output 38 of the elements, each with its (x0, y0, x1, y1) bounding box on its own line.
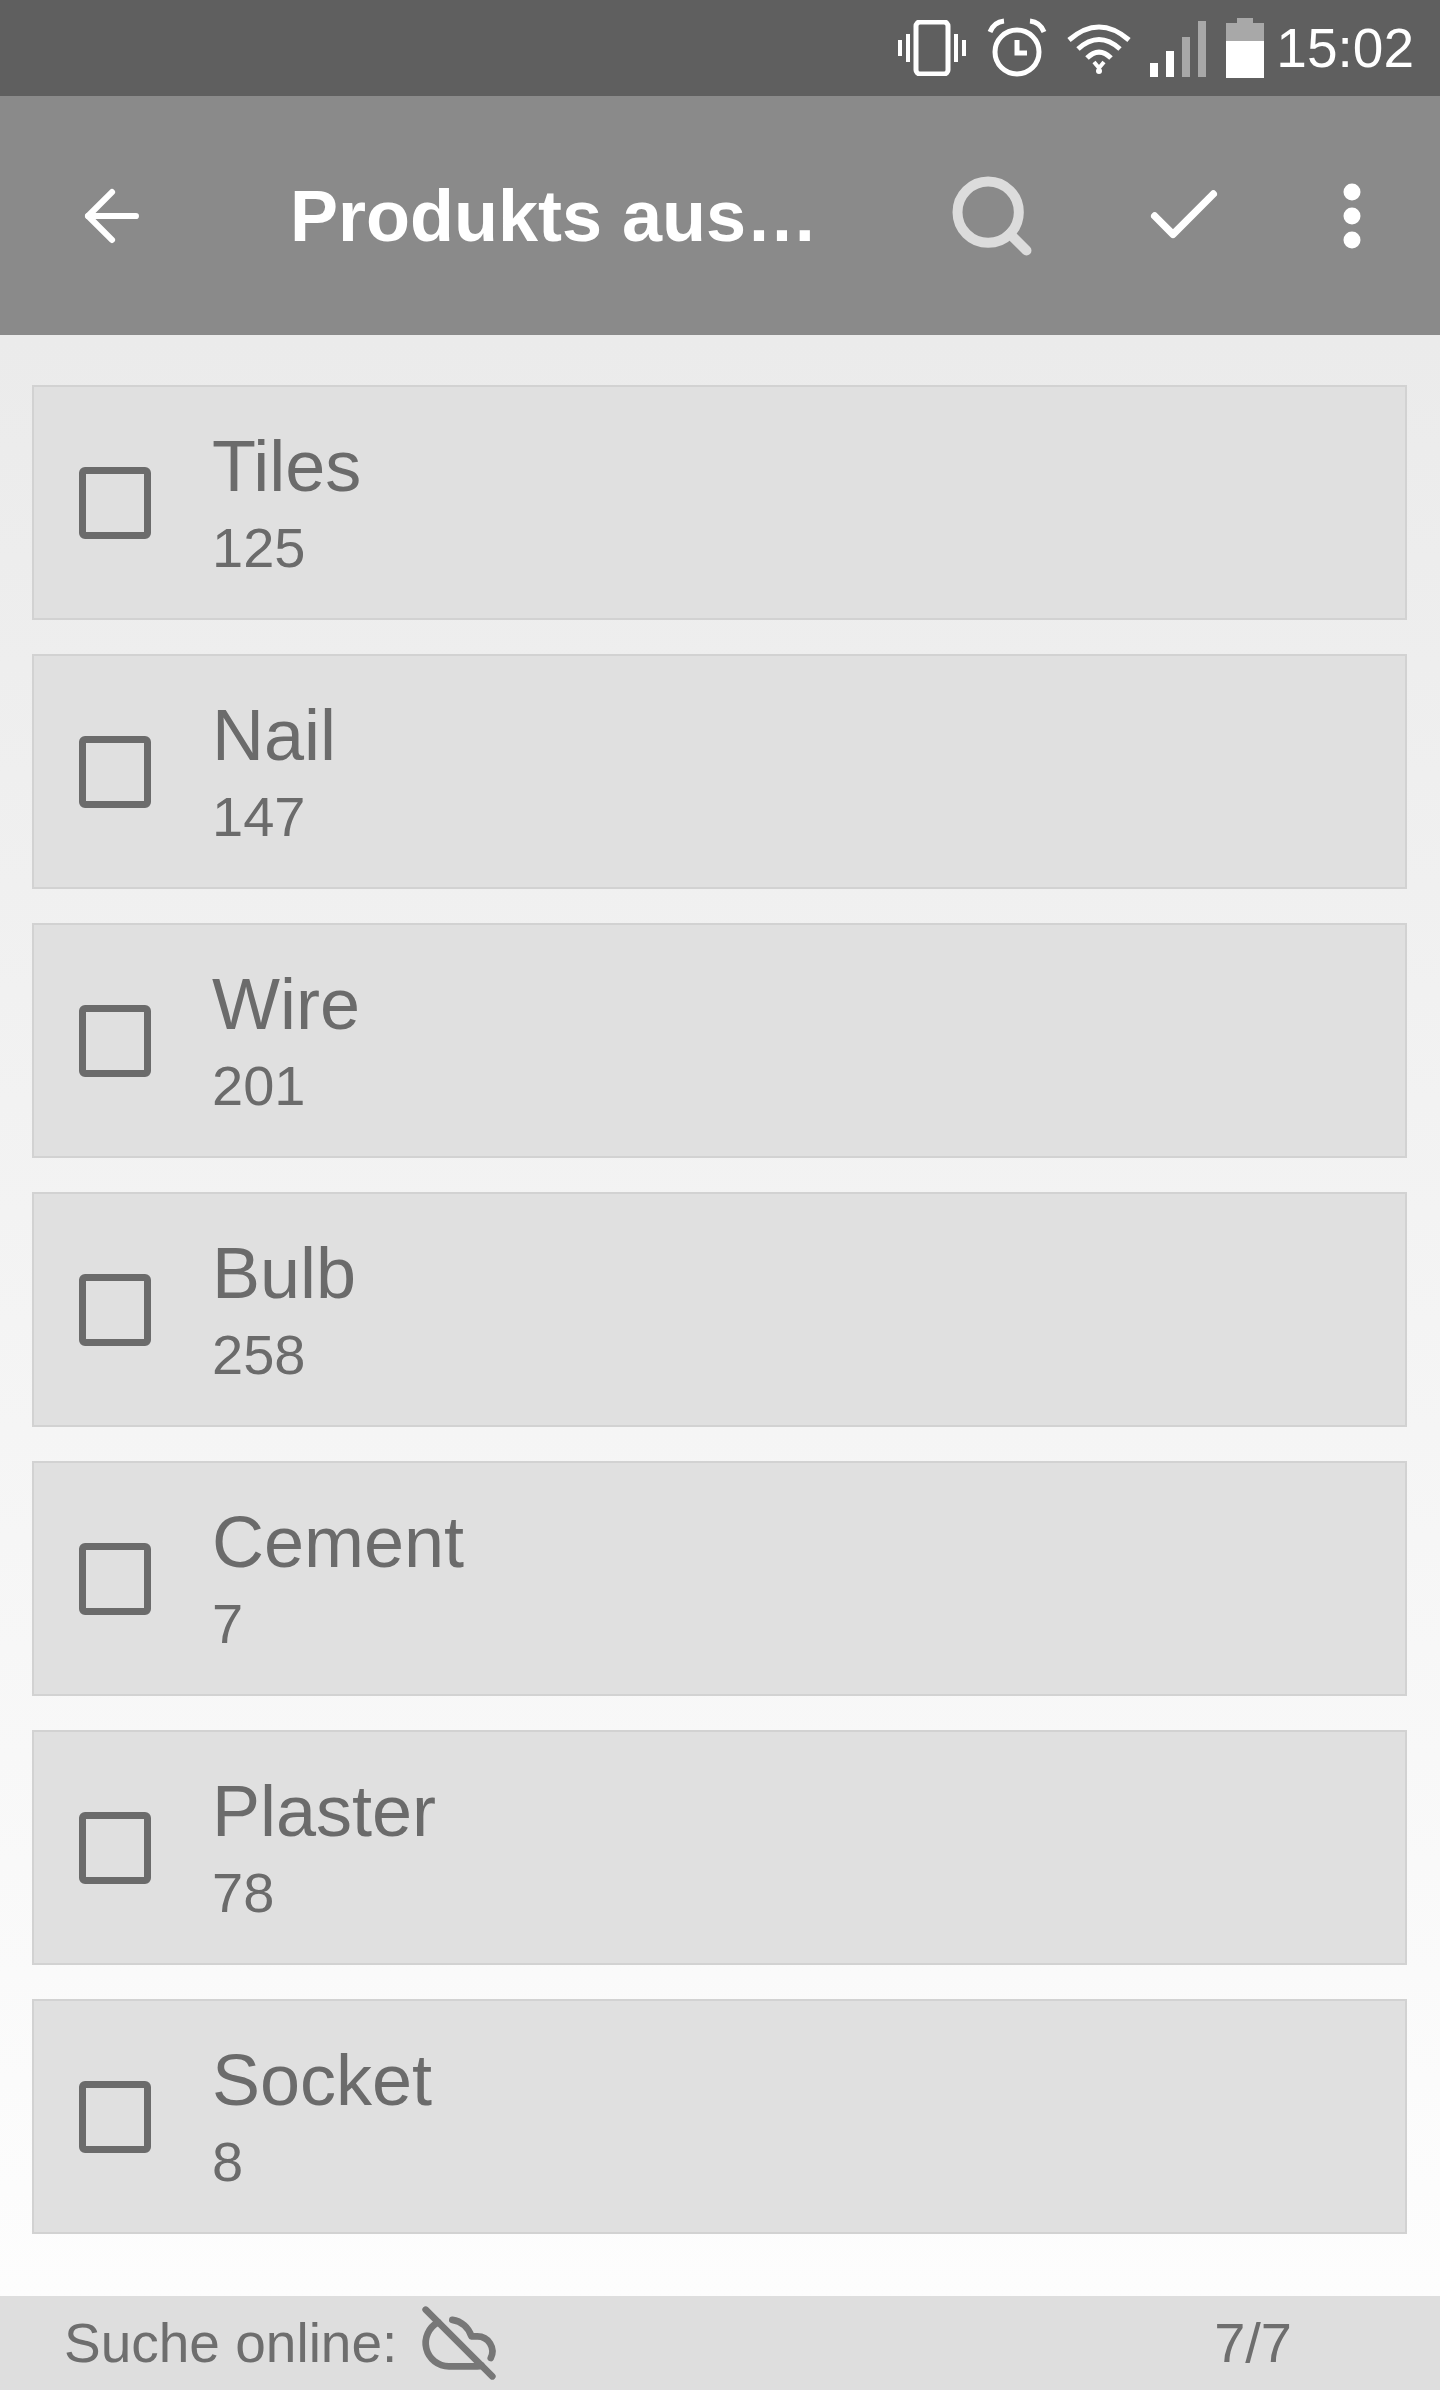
item-number: 78 (212, 1860, 276, 1925)
list-item[interactable]: Wire 201 (32, 923, 1407, 1158)
screen-title: Produkts aus… (290, 179, 819, 252)
item-name: Cement (212, 1501, 465, 1582)
item-number: 7 (212, 1591, 245, 1656)
item-name: Bulb (212, 1232, 357, 1313)
more-vertical-icon (1343, 182, 1361, 249)
item-name: Nail (212, 694, 337, 775)
result-count: 7/7 (1214, 2315, 1292, 2371)
item-name: Wire (212, 963, 360, 1044)
clock-time: 15:02 (1276, 20, 1414, 76)
item-name: Socket (212, 2039, 433, 2120)
checkbox[interactable] (79, 1542, 151, 1615)
vibrate-icon (896, 20, 969, 76)
item-name: Plaster (212, 1770, 437, 1851)
item-number: 125 (212, 515, 307, 580)
signal-icon (1150, 19, 1209, 77)
online-search-label: Suche online: (64, 2315, 398, 2371)
checkbox[interactable] (79, 1811, 151, 1884)
item-name: Tiles (212, 425, 362, 506)
checkbox[interactable] (79, 466, 151, 539)
list-item[interactable]: Tiles 125 (32, 385, 1407, 620)
battery-icon (1226, 18, 1265, 78)
item-number: 201 (212, 1053, 307, 1118)
checkbox[interactable] (79, 735, 151, 808)
checkbox[interactable] (79, 1273, 151, 1346)
item-number: 8 (212, 2129, 245, 2194)
list-item[interactable]: Plaster 78 (32, 1730, 1407, 1965)
alarm-clock-icon (986, 18, 1049, 78)
checkbox[interactable] (79, 1004, 151, 1077)
wifi-icon (1066, 22, 1133, 74)
list-item[interactable]: Nail 147 (32, 654, 1407, 889)
list-item[interactable]: Bulb 258 (32, 1192, 1407, 1427)
item-number: 147 (212, 784, 307, 849)
list-item[interactable]: Socket 8 (32, 1999, 1407, 2234)
checkbox[interactable] (79, 2080, 151, 2153)
list-item[interactable]: Cement 7 (32, 1461, 1407, 1696)
item-number: 258 (212, 1322, 307, 1387)
